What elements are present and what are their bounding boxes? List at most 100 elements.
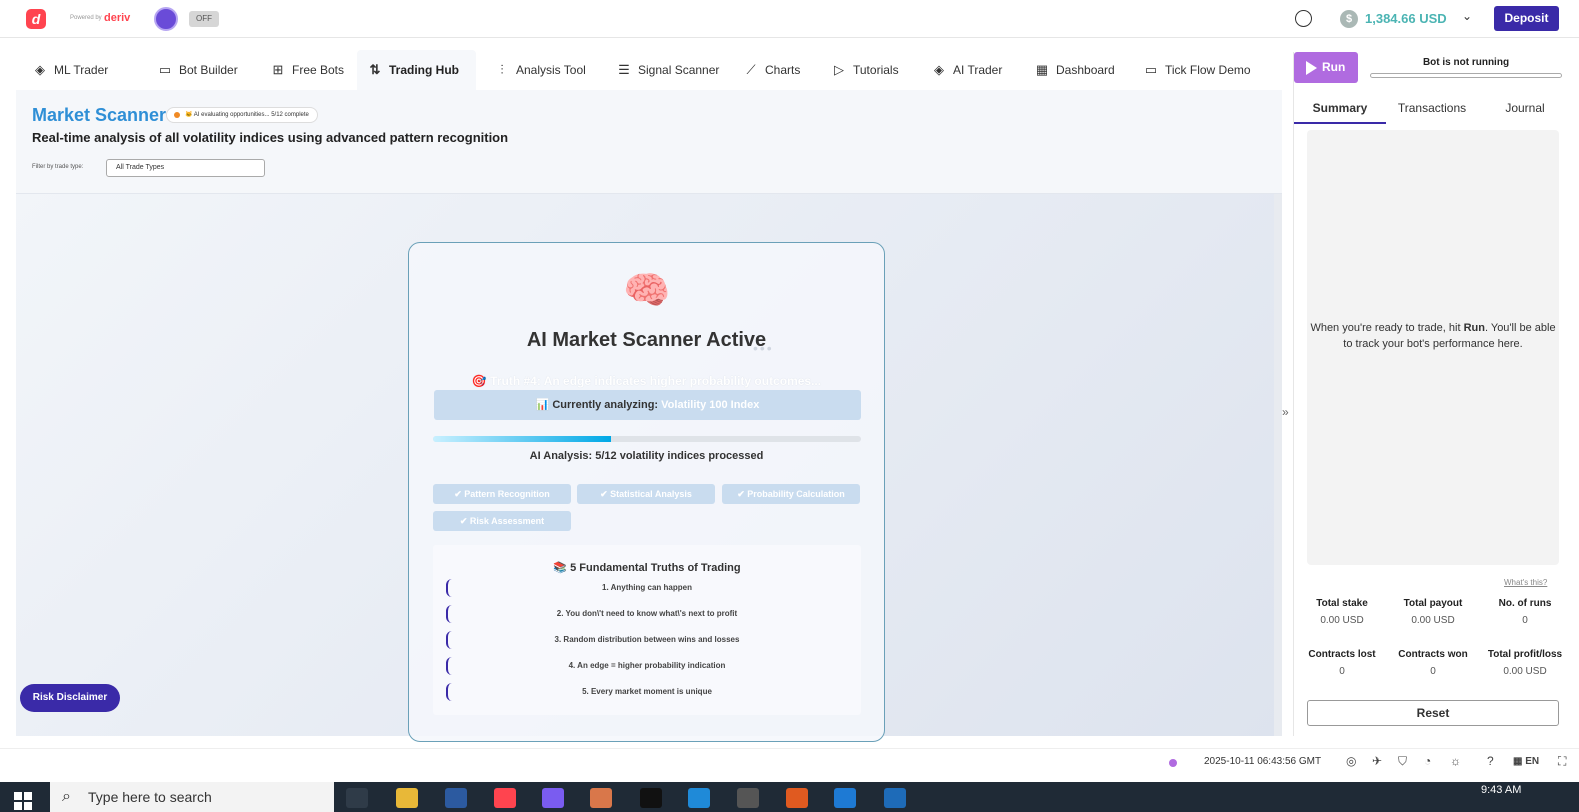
taskbar-search-input[interactable]: Type here to search [50, 782, 334, 812]
stat-profit-loss: Total profit/loss 0.00 USD [1480, 649, 1570, 677]
tab-label: Free Bots [292, 63, 345, 77]
stat-label: Total stake [1316, 598, 1368, 609]
telegram-icon[interactable]: ✈ [1372, 754, 1382, 768]
tab-journal[interactable]: Journal [1478, 92, 1572, 124]
shield-icon[interactable]: ⛉ [1398, 754, 1407, 769]
tab-label: Bot Builder [179, 63, 238, 77]
tab-transactions[interactable]: Transactions [1386, 92, 1478, 124]
trade-type-filter-select[interactable]: All Trade Types [106, 159, 265, 177]
progress-fill [433, 436, 612, 442]
tab-charts[interactable]: ⟋ Charts [733, 50, 810, 90]
language-selector[interactable]: ▦ EN [1513, 756, 1539, 767]
list-item: 2. You don\'t need to know what\'s next … [446, 605, 846, 623]
tab-trading-hub[interactable]: ⇅ Trading Hub [357, 50, 476, 90]
currency-icon[interactable]: $ [1340, 10, 1358, 28]
mode-toggle-icon[interactable] [154, 7, 178, 31]
stat-value: 0.00 USD [1320, 615, 1364, 626]
tab-analysis-tool[interactable]: ⫶ Analysis Tool [484, 50, 596, 90]
mode-toggle-button[interactable]: OFF [189, 11, 219, 27]
stat-label: Contracts won [1398, 649, 1468, 660]
theme-icon[interactable]: ☼ [1450, 754, 1461, 768]
edge-icon[interactable] [688, 788, 710, 808]
account-balance[interactable]: 1,384.66 USD [1365, 11, 1447, 26]
tab-tick-flow-demo[interactable]: ▭ Tick Flow Demo [1133, 50, 1261, 90]
truths-title: 📚 5 Fundamental Truths of Trading [553, 562, 741, 574]
help-icon[interactable]: ? [1487, 754, 1494, 768]
swap-arrows-icon: ⇅ [369, 62, 381, 77]
scanner-header: Market Scanner 🐱 AI evaluating opportuni… [16, 90, 1282, 194]
tab-ml-trader[interactable]: ◈ ML Trader [22, 50, 118, 90]
copilot-icon[interactable] [542, 788, 564, 808]
tab-ai-trader[interactable]: ◈ AI Trader [921, 50, 1012, 90]
whatsapp-icon[interactable]: ◎ [1346, 754, 1356, 768]
windows-start-icon[interactable] [14, 792, 32, 810]
tab-label: Charts [765, 63, 801, 77]
tab-dashboard[interactable]: ▦ Dashboard [1024, 50, 1125, 90]
bot-progress-bar [1370, 73, 1562, 78]
stat-runs: No. of runs 0 [1480, 598, 1570, 626]
tab-label: Trading Hub [389, 63, 459, 77]
truths-box: 📚 5 Fundamental Truths of Trading 1. Any… [433, 545, 861, 715]
app-icon[interactable] [445, 788, 467, 808]
loading-dots-icon: ••• [753, 340, 774, 356]
sliders-icon: ⫶ [500, 62, 504, 77]
main-nav: ◈ ML Trader ▭ Bot Builder ⊞ Free Bots ⇅ Trad… [0, 50, 1290, 90]
reset-button[interactable]: Reset [1307, 700, 1559, 726]
empty-state-message: When you're ready to trade, hit Run. You… [1307, 320, 1559, 352]
file-explorer-icon[interactable] [396, 788, 418, 808]
collapse-panel-icon[interactable]: » [1282, 405, 1289, 419]
tab-tutorials[interactable]: ▷ Tutorials [821, 50, 909, 90]
tab-label: Dashboard [1056, 63, 1115, 77]
user-icon[interactable] [1295, 10, 1312, 27]
filter-label: Filter by trade type: [32, 164, 84, 170]
stat-value: 0.00 USD [1503, 666, 1547, 677]
risk-disclaimer-button[interactable]: Risk Disclaimer [20, 684, 120, 712]
analyzing-market: Volatility 100 Index [661, 399, 760, 411]
app-icon[interactable] [884, 788, 906, 808]
tab-label: Analysis Tool [516, 63, 586, 77]
tab-bot-builder[interactable]: ▭ Bot Builder [147, 50, 248, 90]
empty-msg-run: Run [1463, 322, 1485, 334]
scrollbar[interactable] [1274, 194, 1282, 736]
gauge-icon[interactable]: ◔ [1424, 754, 1431, 768]
trading-hub-content: Market Scanner 🐱 AI evaluating opportuni… [16, 90, 1282, 742]
check-chip: ✔ Risk Assessment [433, 511, 571, 531]
progress-label: AI Analysis: 5/12 volatility indices pro… [529, 450, 764, 462]
brain-icon: 🧠 [623, 270, 671, 312]
store-icon[interactable] [834, 788, 856, 808]
stat-value: 0 [1339, 666, 1345, 677]
deriv-logo[interactable]: d [26, 9, 46, 29]
tab-signal-scanner[interactable]: ☰ Signal Scanner [606, 50, 729, 90]
tiktok-icon[interactable] [640, 788, 662, 808]
bot-status-text: Bot is not running [1422, 57, 1510, 68]
deposit-button[interactable]: Deposit [1494, 6, 1559, 31]
fullscreen-icon[interactable]: ⛶ [1558, 754, 1566, 769]
stat-label: No. of runs [1498, 598, 1552, 609]
status-footer [0, 748, 1579, 776]
tab-summary[interactable]: Summary [1294, 92, 1386, 124]
connection-status-icon [1169, 759, 1177, 767]
stat-label: Total payout [1403, 598, 1463, 609]
chevron-down-icon[interactable]: ⌄ [1462, 9, 1472, 23]
stat-label: Contracts lost [1308, 649, 1376, 660]
monitor-icon: ▭ [1144, 62, 1158, 77]
deriv-app-icon[interactable] [494, 788, 516, 808]
check-chip: ✔ Statistical Analysis [577, 484, 715, 504]
dashboard-icon: ▦ [1035, 62, 1049, 77]
run-button[interactable]: Run [1294, 52, 1358, 83]
app-icon[interactable] [786, 788, 808, 808]
stat-contracts-lost: Contracts lost 0 [1297, 649, 1387, 677]
tab-free-bots[interactable]: ⊞ Free Bots [260, 50, 354, 90]
stat-label: Total profit/loss [1487, 649, 1563, 660]
app-icon[interactable] [737, 788, 759, 808]
check-chip: ✔ Probability Calculation [722, 484, 860, 504]
task-view-icon[interactable] [346, 788, 368, 808]
app-icon[interactable] [590, 788, 612, 808]
list-item: 4. An edge = higher probability indicati… [446, 657, 846, 675]
stat-value: 0 [1430, 666, 1436, 677]
tab-label: Tutorials [853, 63, 899, 77]
page-title: Market Scanner [32, 105, 167, 125]
analysis-progress-bar [433, 436, 861, 442]
powered-by-label: Powered by [70, 15, 102, 21]
whats-this-link[interactable]: What's this? [1504, 578, 1547, 587]
